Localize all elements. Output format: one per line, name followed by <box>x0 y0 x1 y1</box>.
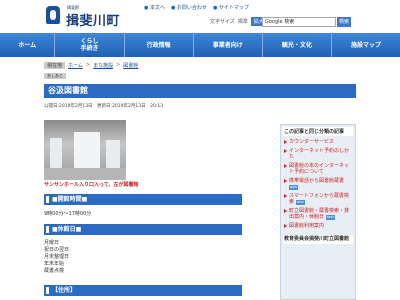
breadcrumb-home[interactable]: ホーム <box>68 62 83 69</box>
nav-home[interactable]: ホーム <box>0 33 56 57</box>
contact-link[interactable]: お問い合わせ <box>171 4 207 11</box>
nav-business[interactable]: 事業者向け <box>194 33 263 57</box>
nav-life[interactable]: くらし 手続き <box>55 33 125 57</box>
new-badge: NEW <box>289 185 299 190</box>
page-title: 谷汲図書館 <box>44 84 356 98</box>
town-logo-icon[interactable] <box>46 6 60 24</box>
hours-text: 9時00分～17時00分 <box>44 211 92 217</box>
library-entrance-photo <box>44 120 126 180</box>
header-links: 本文へ お問い合わせ サイトマップ <box>144 4 249 11</box>
sidebar-footer-heading: 教育委員会揖斐川町立図書館 <box>283 235 353 244</box>
search-input[interactable]: Google 検索 <box>262 17 336 27</box>
closed-day: 月末整理日 <box>44 254 70 260</box>
closed-days-list: 月曜日 祝日の翌日 月末整理日 年末年始 蔵書点検 <box>44 240 69 275</box>
nav-tourism[interactable]: 観光・文化 <box>263 33 332 57</box>
search-button[interactable]: 検索 <box>337 17 351 27</box>
section-hours-heading: ■開館時間■ <box>44 194 242 205</box>
sidebar-item[interactable]: インターネット予約のしかた <box>281 148 355 160</box>
new-badge: NEW <box>325 215 335 220</box>
sidebar-item[interactable]: カウンターサービス <box>281 139 355 145</box>
sitemap-link[interactable]: サイトマップ <box>213 4 249 11</box>
nav-government[interactable]: 行政情報 <box>125 33 194 57</box>
breadcrumb-category[interactable]: まな施設 <box>93 62 113 69</box>
publish-date: 公開日:2019年2月13日 更新日:2019年2月13日 20:13 <box>44 104 164 109</box>
text-size-tools: 文字サイズ 標準 拡大 <box>210 17 267 26</box>
global-nav: ホーム くらし 手続き 行政情報 事業者向け 観光・文化 施設マップ <box>0 33 400 57</box>
breadcrumb-sep: > <box>116 62 121 68</box>
sidebar-heading: この記事と同じ分類の記事 <box>283 127 353 136</box>
text-size-standard-button[interactable]: 標準 <box>238 18 248 25</box>
section-address-heading: 【住所】 <box>44 285 242 296</box>
breadcrumb-library[interactable]: 図書館 <box>123 62 138 69</box>
skip-to-content-link[interactable]: 本文へ <box>144 4 165 11</box>
sidebar-item[interactable]: 携帯電話から図書館蔵書 NEW <box>281 178 355 190</box>
sidebar-item[interactable]: スマートフォンから蔵書検索 NEW <box>281 193 355 205</box>
text-size-label: 文字サイズ <box>210 19 235 25</box>
section-closed-heading: ■休館日■ <box>44 224 242 235</box>
closed-day: 蔵書点検 <box>44 268 65 274</box>
site-header: 揖斐郡 揖斐川町 本文へ お問い合わせ サイトマップ 文字サイズ 標準 拡大 G… <box>0 0 400 32</box>
breadcrumb-sep: > <box>85 62 91 68</box>
breadcrumb-current-label: 現在地 <box>44 62 66 69</box>
breadcrumb: 現在地 ホーム > まな施設 > 図書館 <box>44 62 138 69</box>
photo-caption: サンサンホール入り口入って、左が図書館 <box>44 182 139 188</box>
closed-day: 祝日の翌日 <box>44 247 70 253</box>
closed-day: 月曜日 <box>44 240 60 246</box>
footprint-label: あしあと <box>44 73 66 79</box>
sidebar-item[interactable]: 図書館利用案内 <box>281 223 355 229</box>
site-title[interactable]: 揖斐川町 <box>66 10 120 29</box>
sidebar-item[interactable]: 図書館の本のインターネット予約について <box>281 163 355 175</box>
related-articles-sidebar: この記事と同じ分類の記事 カウンターサービス インターネット予約のしかた 図書館… <box>280 124 356 300</box>
closed-day: 年末年始 <box>44 261 65 267</box>
sidebar-item[interactable]: 町立図書館・蔵書検索・貸出案内・休館日 NEW <box>281 208 355 220</box>
nav-facility-map[interactable]: 施設マップ <box>332 33 400 57</box>
new-badge: NEW <box>295 200 305 205</box>
